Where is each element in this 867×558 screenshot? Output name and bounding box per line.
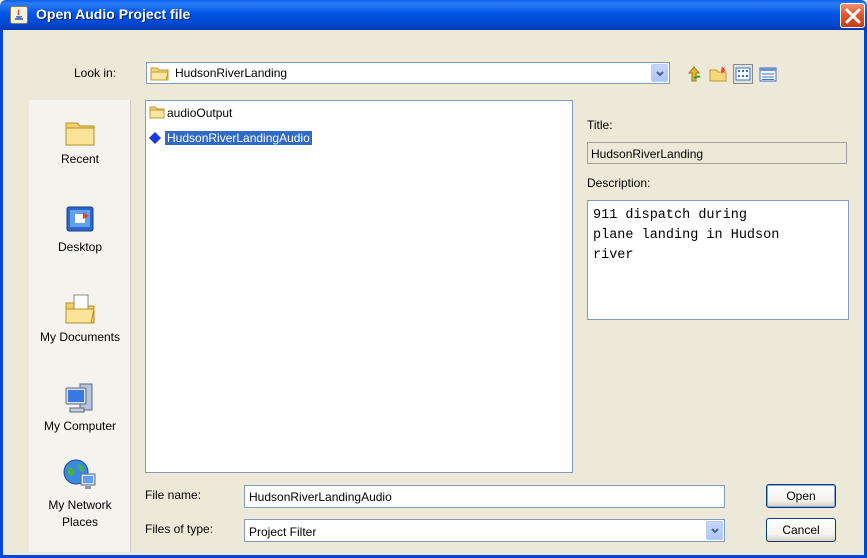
file-name-value: HudsonRiverLandingAudio: [249, 490, 392, 504]
place-desktop[interactable]: Desktop: [29, 203, 131, 254]
place-my-computer-label: My Computer: [43, 419, 117, 433]
details-view-icon: [759, 67, 777, 82]
files-of-type-value: Project Filter: [249, 525, 317, 539]
look-in-value: HudsonRiverLanding: [175, 66, 288, 80]
cancel-button[interactable]: Cancel: [766, 518, 836, 542]
up-folder-icon: [687, 66, 701, 82]
files-of-type-dropdown-button[interactable]: [706, 521, 723, 540]
title-label: Title:: [587, 118, 613, 132]
new-folder-icon: [709, 66, 727, 82]
file-list[interactable]: audioOutput HudsonRiverLandingAudio: [145, 100, 573, 473]
close-button[interactable]: [840, 3, 865, 28]
place-desktop-label: Desktop: [57, 240, 103, 254]
folder-open-icon: [150, 67, 169, 81]
place-my-documents-label: My Documents: [39, 330, 121, 344]
description-label: Description:: [587, 176, 651, 190]
my-documents-icon: [65, 294, 95, 324]
recent-folder-icon: [65, 122, 95, 146]
place-my-computer[interactable]: My Computer: [29, 380, 131, 433]
details-view-button[interactable]: [758, 64, 778, 84]
file-name-input[interactable]: HudsonRiverLandingAudio: [244, 485, 725, 508]
place-recent-label: Recent: [60, 152, 100, 166]
chevron-down-icon: [711, 528, 719, 534]
files-of-type-label: Files of type:: [145, 522, 214, 536]
file-name-label: File name:: [145, 488, 202, 502]
place-network-label: My Network Places: [48, 498, 112, 529]
look-in-dropdown-button[interactable]: [651, 64, 668, 82]
new-folder-button[interactable]: [708, 64, 728, 84]
list-view-button[interactable]: [733, 64, 753, 84]
up-folder-button[interactable]: [686, 64, 706, 84]
title-field: HudsonRiverLanding: [587, 142, 847, 164]
place-recent[interactable]: Recent: [29, 115, 131, 166]
list-view-icon: [735, 67, 751, 81]
file-name: HudsonRiverLandingAudio: [165, 131, 312, 145]
window-title: Open Audio Project file: [36, 6, 191, 22]
desktop-icon: [66, 206, 94, 232]
look-in-combo[interactable]: HudsonRiverLanding: [146, 62, 670, 84]
title-bar[interactable]: Open Audio Project file: [0, 0, 867, 30]
file-name: audioOutput: [167, 106, 233, 120]
files-of-type-combo[interactable]: Project Filter: [244, 519, 725, 542]
places-bar: Recent Desktop My Documents My Computer: [29, 100, 131, 552]
open-button[interactable]: Open: [766, 484, 836, 508]
description-textarea[interactable]: 911 dispatch during plane landing in Hud…: [587, 200, 849, 320]
chevron-down-icon: [656, 71, 664, 77]
place-network[interactable]: My Network Places: [29, 456, 131, 531]
my-computer-icon: [65, 383, 93, 413]
project-diamond-icon: [149, 132, 161, 144]
java-app-icon: [10, 6, 28, 24]
place-my-documents[interactable]: My Documents: [29, 291, 131, 344]
folder-icon: [149, 106, 165, 119]
close-icon: [845, 8, 861, 24]
network-places-icon: [63, 459, 96, 489]
title-value: HudsonRiverLanding: [591, 147, 704, 161]
look-in-label: Look in:: [74, 66, 117, 80]
